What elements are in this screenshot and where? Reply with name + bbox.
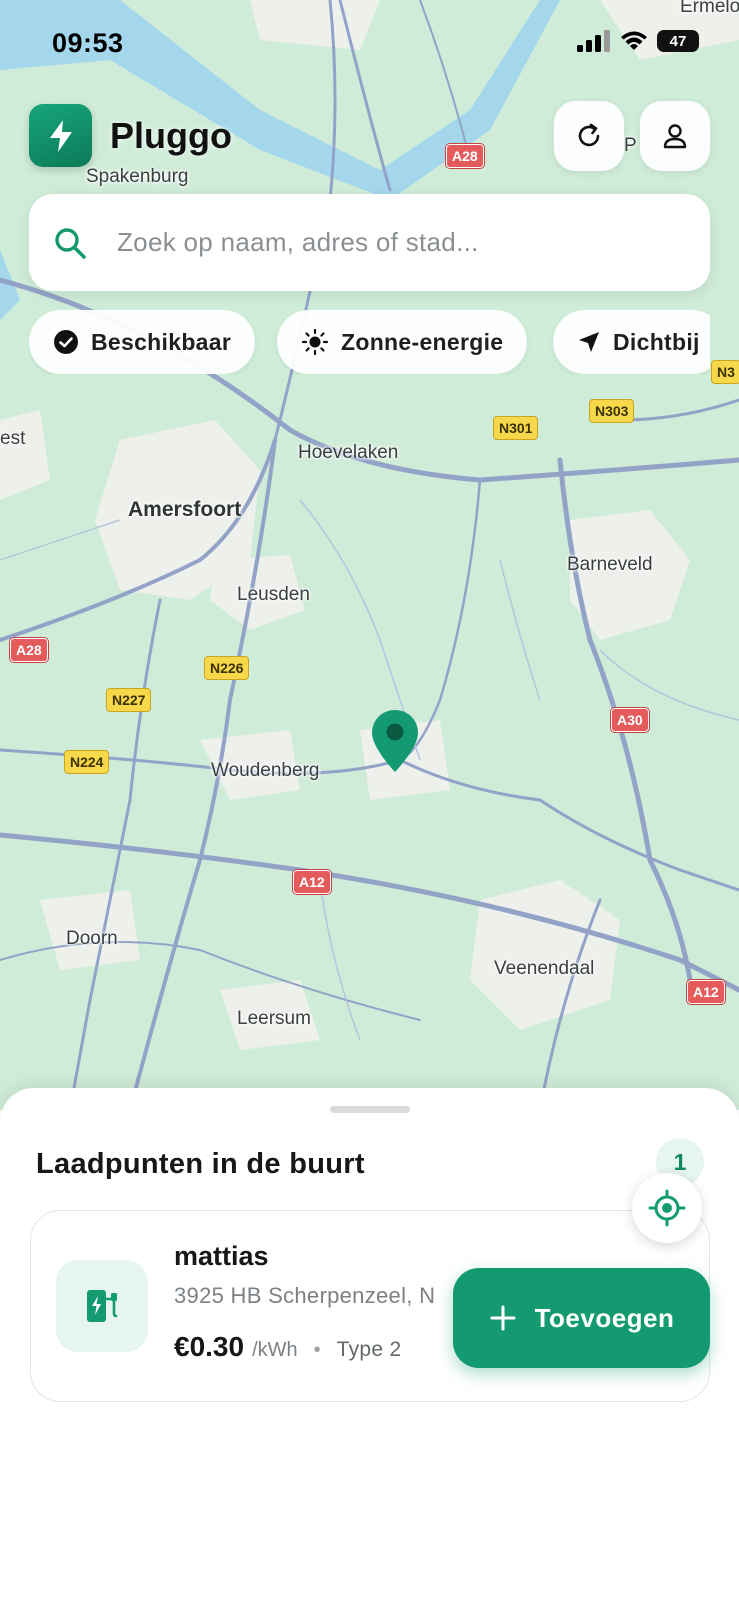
map-label-barneveld: Barneveld	[567, 554, 653, 575]
profile-button[interactable]	[640, 101, 710, 171]
search-bar[interactable]	[29, 194, 710, 291]
road-shield-n227: N227	[106, 688, 152, 712]
add-station-label: Toevoegen	[534, 1302, 675, 1333]
crosshair-icon	[648, 1189, 686, 1227]
road-shield-n303: N303	[589, 399, 635, 423]
map-label-spakenburg: Spakenburg	[86, 166, 189, 187]
locate-me-button[interactable]	[632, 1173, 702, 1243]
road-shield-n3: N3	[711, 360, 739, 384]
search-input[interactable]	[117, 227, 677, 258]
station-name: mattias	[174, 1241, 269, 1271]
refresh-button[interactable]	[554, 101, 624, 171]
map-label-leusden: Leusden	[237, 584, 310, 605]
map-label-est: est	[0, 428, 26, 449]
map-label-leersum: Leersum	[237, 1008, 311, 1029]
filter-chip-available[interactable]: Beschikbaar	[29, 310, 256, 374]
road-shield-n226: N226	[204, 656, 250, 680]
sun-icon	[301, 328, 329, 356]
filter-chip-label: Dichtbij	[613, 328, 700, 355]
status-bar: 09:53 47	[0, 0, 739, 90]
sheet-drag-handle[interactable]	[330, 1106, 410, 1113]
meta-separator: •	[313, 1339, 321, 1361]
map-label-doorn: Doorn	[66, 928, 118, 949]
map-label-putten: P	[624, 135, 637, 156]
status-time: 09:53	[52, 28, 124, 58]
map-label-woudenberg: Woudenberg	[211, 760, 320, 781]
battery-indicator: 47	[657, 30, 699, 52]
filter-chip-label: Beschikbaar	[91, 328, 232, 355]
road-shield-a28: A28	[10, 638, 48, 662]
road-shield-a12: A12	[293, 870, 331, 894]
road-shield-a28: A28	[446, 144, 484, 168]
road-shield-n224: N224	[64, 750, 110, 774]
ev-charger-icon	[56, 1260, 148, 1352]
sheet-title: Laadpunten in de buurt	[36, 1148, 365, 1180]
road-shield-n301: N301	[493, 416, 539, 440]
plus-icon	[490, 1305, 516, 1331]
station-address: 3925 HB Scherpenzeel, N	[174, 1283, 436, 1308]
map-label-amersfoort: Amersfoort	[128, 498, 242, 521]
navigation-arrow-icon	[579, 332, 599, 352]
map-label-hoevelaken: Hoevelaken	[298, 442, 399, 463]
map-label-veenendaal: Veenendaal	[494, 958, 595, 979]
add-station-button[interactable]: Toevoegen	[453, 1268, 710, 1368]
filter-chip-label: Zonne-energie	[341, 328, 504, 355]
bolt-logo-icon	[29, 104, 92, 167]
app-name: Pluggo	[110, 114, 232, 156]
station-price: €0.30	[174, 1331, 245, 1362]
station-meta: €0.30 /kWh • Type 2	[174, 1331, 402, 1363]
road-shield-a12: A12	[687, 980, 725, 1004]
filter-chip-solar[interactable]: Zonne-energie	[277, 310, 528, 374]
road-shield-a30: A30	[611, 708, 649, 732]
user-icon	[663, 124, 687, 149]
status-icons: 47	[577, 30, 699, 52]
price-unit: /kWh	[252, 1339, 298, 1361]
search-icon	[55, 227, 86, 259]
check-circle-icon	[54, 330, 78, 354]
wifi-icon	[621, 31, 647, 50]
filter-chip-nearby[interactable]: Dichtbij	[553, 310, 710, 374]
filter-chips: Beschikbaar Zonne-energie Dichtbij	[29, 310, 710, 374]
app-brand: Pluggo	[29, 104, 232, 167]
plug-type: Type 2	[336, 1338, 402, 1361]
refresh-icon	[578, 123, 600, 147]
signal-icon	[577, 30, 610, 52]
